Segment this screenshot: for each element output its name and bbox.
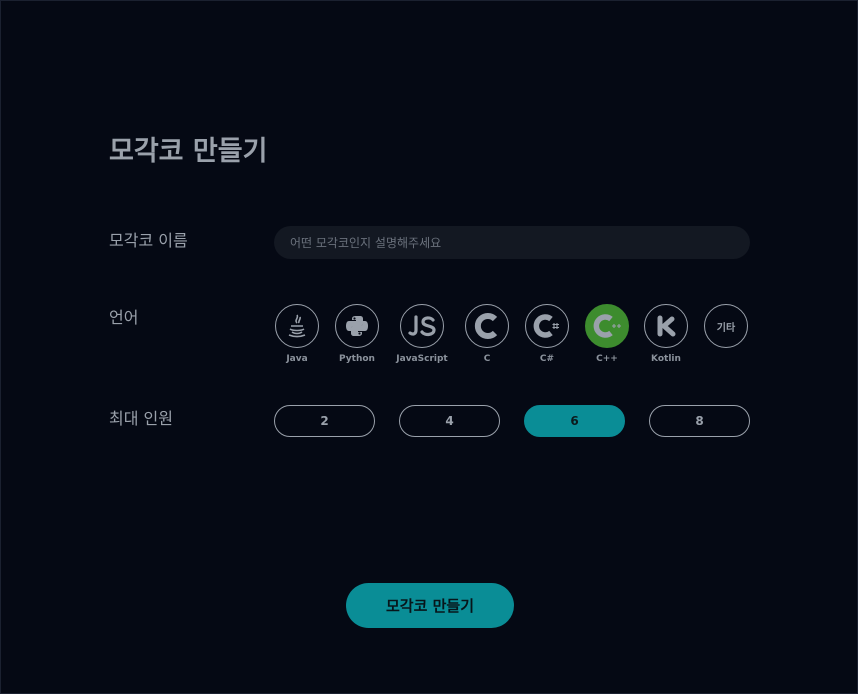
language-circle xyxy=(400,304,444,348)
language-option-python[interactable]: Python xyxy=(327,304,387,364)
language-label-kotlin: Kotlin xyxy=(651,354,681,364)
capacity-option-4[interactable]: 4 xyxy=(399,405,500,437)
java-icon xyxy=(288,314,306,338)
cplusplus-icon xyxy=(593,314,621,338)
csharp-icon xyxy=(533,314,559,338)
name-label: 모각코 이름 xyxy=(109,231,188,250)
language-option-kotlin[interactable]: Kotlin xyxy=(636,304,696,364)
etc-label: 기타 xyxy=(716,322,736,334)
language-label-csharp: C# xyxy=(539,354,555,364)
capacity-option-8[interactable]: 8 xyxy=(649,405,750,437)
language-circle xyxy=(525,304,569,348)
language-label-python: Python xyxy=(339,354,375,364)
capacity-option-6[interactable]: 6 xyxy=(524,405,625,437)
python-icon xyxy=(346,316,368,336)
language-circle xyxy=(644,304,688,348)
language-label-c: C xyxy=(483,354,491,364)
kotlin-icon xyxy=(657,315,676,337)
javascript-icon xyxy=(408,315,436,337)
language-option-etc[interactable]: 기타 xyxy=(696,304,756,348)
capacity-label: 최대 인원 xyxy=(109,409,173,428)
language-option-java[interactable]: Java xyxy=(267,304,327,364)
language-label-java: Java xyxy=(286,354,308,364)
language-label-cplusplus: C++ xyxy=(596,354,618,364)
create-study-panel: 모각코 만들기 모각코 이름 언어 Java Python xyxy=(0,0,858,694)
language-option-c[interactable]: C xyxy=(457,304,517,364)
language-circle xyxy=(465,304,509,348)
create-study-button[interactable]: 모각코 만들기 xyxy=(346,583,514,628)
language-circle: 기타 xyxy=(704,304,748,348)
language-label-javascript: JavaScript xyxy=(396,354,448,364)
language-option-cplusplus[interactable]: C++ xyxy=(577,304,637,364)
language-option-csharp[interactable]: C# xyxy=(517,304,577,364)
language-circle xyxy=(335,304,379,348)
language-circle xyxy=(275,304,319,348)
c-icon xyxy=(474,313,498,339)
page-title: 모각코 만들기 xyxy=(109,136,268,167)
capacity-option-2[interactable]: 2 xyxy=(274,405,375,437)
language-label: 언어 xyxy=(109,308,139,327)
language-circle xyxy=(585,304,629,348)
study-name-input[interactable] xyxy=(274,226,750,259)
language-option-javascript[interactable]: JavaScript xyxy=(392,304,452,364)
